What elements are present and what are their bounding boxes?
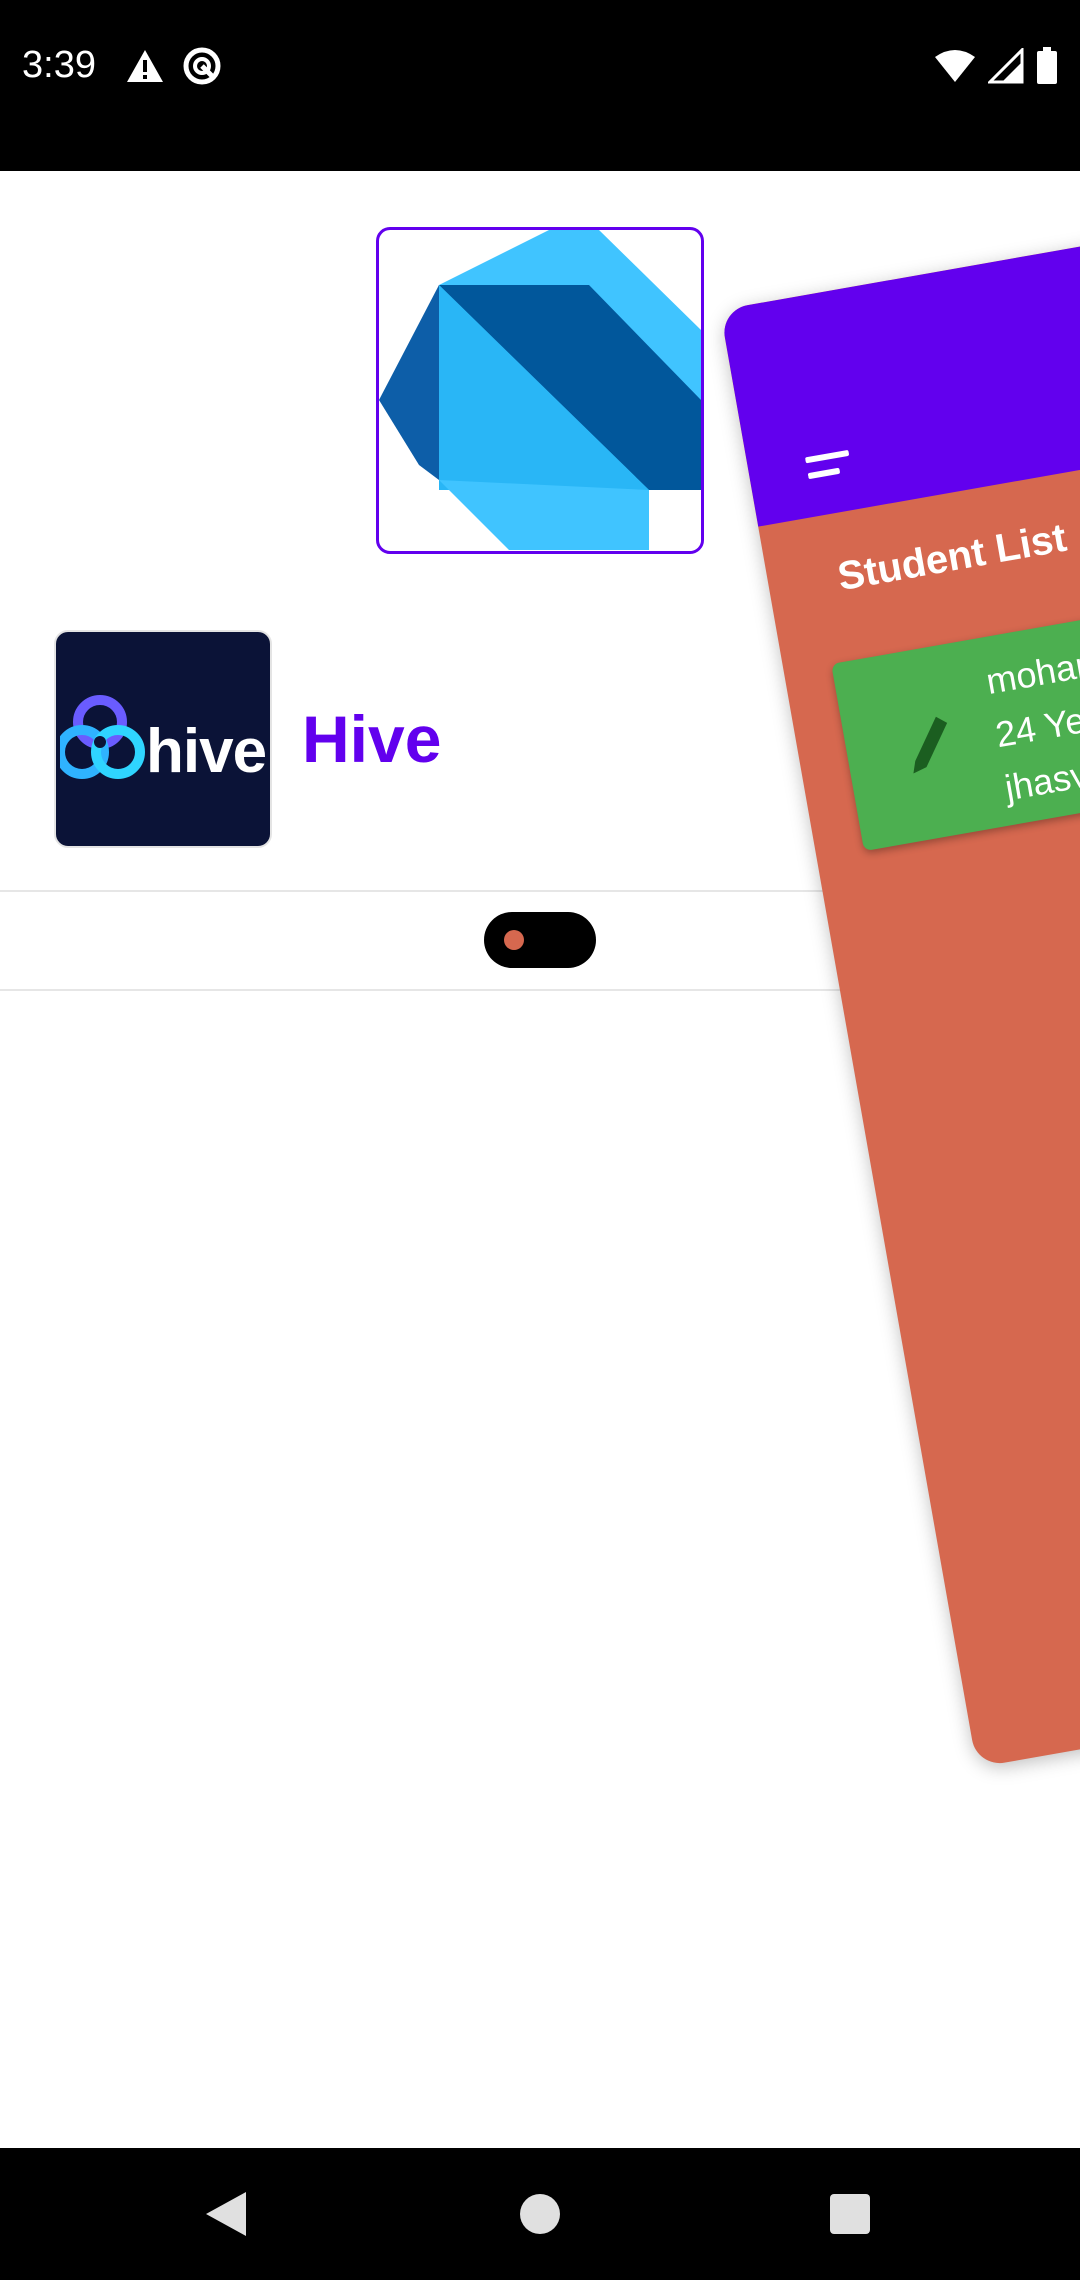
- recents-button[interactable]: [814, 2178, 886, 2250]
- dart-logo-frame[interactable]: [376, 227, 704, 554]
- hive-logo-text: hive: [146, 717, 267, 786]
- recents-icon: [830, 2194, 870, 2234]
- toggle-dot: [504, 930, 524, 950]
- home-button[interactable]: [504, 2178, 576, 2250]
- navigation-bar: [0, 2148, 1080, 2280]
- status-bar: 3:39: [0, 0, 1080, 171]
- hive-logo-mark-icon: [60, 695, 145, 779]
- data-saver-icon: [182, 46, 222, 91]
- dart-logo-icon: [379, 230, 701, 551]
- preview-appbar: [720, 212, 1080, 527]
- status-right-icons: [934, 45, 1058, 90]
- cell-signal-icon: [986, 45, 1024, 89]
- theme-toggle[interactable]: [484, 912, 596, 968]
- student-card[interactable]: mohan 24 Ye jhasv: [831, 573, 1080, 852]
- student-info: mohan 24 Ye jhasv: [982, 637, 1080, 816]
- status-time: 3:39: [22, 44, 96, 86]
- preview-title: Student List: [834, 515, 1070, 600]
- back-icon: [206, 2192, 246, 2236]
- wifi-icon: [934, 49, 976, 88]
- alert-triangle-icon: [126, 49, 164, 88]
- hive-row[interactable]: hive Hive: [54, 630, 441, 848]
- home-icon: [520, 2194, 560, 2234]
- hive-logo: hive: [54, 630, 272, 848]
- status-left-icons: [126, 46, 222, 90]
- edit-pencil-icon[interactable]: [899, 707, 958, 779]
- battery-icon: [1036, 46, 1058, 90]
- back-button[interactable]: [190, 2178, 262, 2250]
- hive-label: Hive: [302, 702, 442, 776]
